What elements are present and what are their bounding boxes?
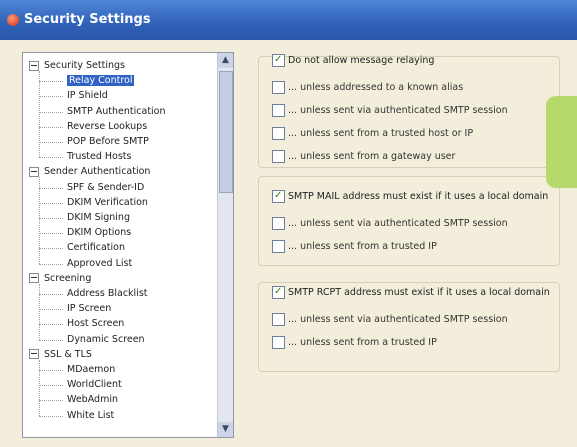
tree-item-label: IP Screen xyxy=(67,303,112,315)
sub-option-checkbox[interactable]: ... unless sent from a gateway user xyxy=(272,150,455,164)
scroll-up-icon[interactable]: ▲ xyxy=(218,53,233,68)
sub-option-checkbox[interactable]: ... unless sent from a trusted IP xyxy=(272,336,437,350)
checkbox[interactable] xyxy=(272,240,285,253)
tree-item-label: SPF & Sender-ID xyxy=(67,181,145,193)
tree-scrollbar[interactable]: ▲ ▼ xyxy=(217,53,233,437)
option-label: Do not allow message relaying xyxy=(288,55,435,66)
tree-item-worldclient[interactable]: WorldClient xyxy=(67,378,122,392)
tree-item-label: DKIM Options xyxy=(67,227,132,239)
tree-item-label: Address Blacklist xyxy=(67,288,148,299)
tree-item-label: POP Before SMTP xyxy=(67,136,149,147)
tree-item-label: IP Shield xyxy=(67,90,108,102)
tree-item-relay-control[interactable]: Relay Control xyxy=(67,74,135,88)
tree-item-ip-screen[interactable]: IP Screen xyxy=(67,302,111,316)
tree-item-trusted-hosts[interactable]: Trusted Hosts xyxy=(67,150,131,164)
tree-item-label: DKIM Signing xyxy=(67,212,130,223)
option-label: ... unless sent from a trusted IP xyxy=(288,337,437,348)
option-label: ... unless sent via authenticated SMTP s… xyxy=(288,105,508,116)
tree-item-reverse-lookups[interactable]: Reverse Lookups xyxy=(67,120,147,134)
tree-item-pop-before-smtp[interactable]: POP Before SMTP xyxy=(67,135,149,149)
sub-option-checkbox[interactable]: ... unless sent from a trusted host or I… xyxy=(272,127,473,141)
tree-item-label: WorldClient xyxy=(67,379,122,391)
checkbox[interactable] xyxy=(272,313,285,326)
sub-option-checkbox[interactable]: ... unless sent via authenticated SMTP s… xyxy=(272,104,508,118)
tree-item-dkim-options[interactable]: DKIM Options xyxy=(67,226,131,240)
sub-option-checkbox[interactable]: ... unless addressed to a known alias xyxy=(272,81,463,95)
tree-item-label: Security Settings xyxy=(44,60,125,71)
shield-icon xyxy=(7,14,19,26)
tree-item-security-settings[interactable]: Security Settings xyxy=(29,59,125,73)
tree-item-dkim-signing[interactable]: DKIM Signing xyxy=(67,211,130,225)
checkbox[interactable] xyxy=(272,285,285,299)
tree-item-label: Sender Authentication xyxy=(44,166,151,178)
tree-item-certification[interactable]: Certification xyxy=(67,241,125,255)
option-label: SMTP MAIL address must exist if it uses … xyxy=(288,191,549,202)
scroll-down-icon[interactable]: ▼ xyxy=(218,422,233,437)
window-title: Security Settings xyxy=(24,12,151,27)
tree-item-label: MDaemon xyxy=(67,364,116,375)
tree-item-label: Relay Control xyxy=(67,75,135,87)
tree-item-white-list[interactable]: White List xyxy=(67,409,114,423)
option-label: ... unless sent via authenticated SMTP s… xyxy=(288,314,508,325)
tree-item-label: SSL & TLS xyxy=(44,348,92,360)
option-label: SMTP RCPT address must exist if it uses … xyxy=(288,287,550,298)
main-option-checkbox[interactable]: Do not allow message relaying xyxy=(272,53,435,68)
checkbox[interactable] xyxy=(272,336,285,349)
sub-option-checkbox[interactable]: ... unless sent via authenticated SMTP s… xyxy=(272,217,508,231)
scroll-thumb[interactable] xyxy=(219,71,233,193)
tree-item-label: Approved List xyxy=(67,257,133,269)
tree-item-label: SMTP Authentication xyxy=(67,105,166,117)
sub-option-checkbox[interactable]: ... unless sent via authenticated SMTP s… xyxy=(272,313,508,327)
tree-item-spf-sender-id[interactable]: SPF & Sender-ID xyxy=(67,181,144,195)
tree-item-host-screen[interactable]: Host Screen xyxy=(67,317,124,331)
title-bar: Security Settings xyxy=(0,0,577,40)
main-option-checkbox[interactable]: SMTP MAIL address must exist if it uses … xyxy=(272,189,549,204)
option-label: ... unless addressed to a known alias xyxy=(288,82,464,93)
option-label: ... unless sent from a trusted host or I… xyxy=(288,128,474,139)
main-option-checkbox[interactable]: SMTP RCPT address must exist if it uses … xyxy=(272,285,550,300)
tree-item-address-blacklist[interactable]: Address Blacklist xyxy=(67,287,148,301)
option-label: ... unless sent via authenticated SMTP s… xyxy=(288,218,508,229)
checkbox[interactable] xyxy=(272,217,285,230)
info-panel xyxy=(546,96,577,188)
tree-item-webadmin[interactable]: WebAdmin xyxy=(67,393,118,407)
tree-item-label: DKIM Verification xyxy=(67,196,148,208)
dialog-content: ▲ ▼ Security Settings Relay Control IP Shi… xyxy=(0,40,577,447)
collapse-icon[interactable] xyxy=(29,166,39,177)
tree-item-label: Host Screen xyxy=(67,318,125,330)
tree-item-approved-list[interactable]: Approved List xyxy=(67,257,132,271)
tree-item-smtp-authentication[interactable]: SMTP Authentication xyxy=(67,105,166,119)
tree-item-label: Reverse Lookups xyxy=(67,120,148,132)
collapse-icon[interactable] xyxy=(29,60,39,71)
settings-tree[interactable]: ▲ ▼ Security Settings Relay Control IP Shi… xyxy=(22,52,234,438)
tree-item-sender-authentication[interactable]: Sender Authentication xyxy=(29,165,150,179)
checkbox[interactable] xyxy=(272,189,285,203)
option-label: ... unless sent from a trusted IP xyxy=(288,241,437,252)
collapse-icon[interactable] xyxy=(29,273,39,284)
checkbox[interactable] xyxy=(272,127,285,140)
tree-item-label: Dynamic Screen xyxy=(67,333,145,345)
tree-item-dkim-verification[interactable]: DKIM Verification xyxy=(67,196,148,210)
tree-item-label: White List xyxy=(67,409,115,421)
sub-option-checkbox[interactable]: ... unless sent from a trusted IP xyxy=(272,240,437,254)
tree-item-label: WebAdmin xyxy=(67,394,118,406)
checkbox[interactable] xyxy=(272,81,285,94)
tree-item-label: Certification xyxy=(67,242,125,254)
tree-item-label: Screening xyxy=(44,272,92,284)
checkbox[interactable] xyxy=(272,104,285,117)
option-label: ... unless sent from a gateway user xyxy=(288,151,456,162)
collapse-icon[interactable] xyxy=(29,349,39,360)
tree-item-mdaemon[interactable]: MDaemon xyxy=(67,363,115,377)
tree-item-label: Trusted Hosts xyxy=(67,151,132,163)
checkbox[interactable] xyxy=(272,150,285,163)
tree-item-dynamic-screen[interactable]: Dynamic Screen xyxy=(67,333,145,347)
checkbox[interactable] xyxy=(272,53,285,67)
tree-item-ip-shield[interactable]: IP Shield xyxy=(67,89,108,103)
